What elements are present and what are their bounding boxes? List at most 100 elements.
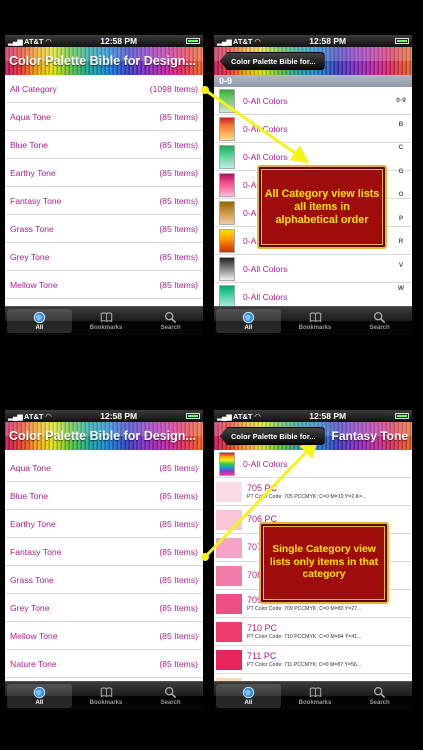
tab-bookmarks[interactable]: Bookmarks <box>74 307 139 335</box>
category-row-earthy-tone[interactable]: Earthy Tone (85 Items) <box>5 159 203 187</box>
globe-icon <box>33 686 46 699</box>
search-icon <box>165 311 177 324</box>
category-count: (85 Items) <box>159 546 198 557</box>
color-code: PT Color Code: 711 PCCMYK: C=0 M=87 Y=56… <box>247 662 362 668</box>
palette-thumbnail <box>219 200 235 225</box>
color-code: PT Color Code: 710 PCCMYK: C=0 M=84 Y=41… <box>247 634 362 640</box>
category-row-aqua-tone[interactable]: Aqua Tone (85 Items) <box>5 454 203 482</box>
index-letter[interactable]: C <box>392 136 410 160</box>
wifi-icon: ◠ <box>45 36 52 46</box>
category-count: (85 Items) <box>159 251 198 262</box>
category-count: (85 Items) <box>159 279 198 290</box>
globe-icon <box>242 686 255 699</box>
index-letter[interactable]: W <box>392 277 410 301</box>
category-count: (85 Items) <box>159 574 198 585</box>
category-count: (85 Items) <box>159 223 198 234</box>
color-name: 711 PC <box>247 651 277 661</box>
tab-all[interactable]: All <box>216 309 281 333</box>
category-count: (85 Items) <box>159 518 198 529</box>
index-letter[interactable]: R <box>392 230 410 254</box>
category-row-nature-tone[interactable]: Nature Tone (85 Items) <box>5 650 203 678</box>
category-row-all-category[interactable]: All Category (1098 Items) <box>5 75 203 103</box>
signal-icon: ▂▄▆ <box>8 413 23 421</box>
category-row-grass-tone[interactable]: Grass Tone (85 Items) <box>5 215 203 243</box>
color-name: 710 PC <box>247 623 278 633</box>
tab-bookmarks[interactable]: Bookmarks <box>74 682 139 710</box>
palette-thumbnail <box>219 451 235 476</box>
all-colors-row[interactable]: 0-All Colors <box>214 115 412 143</box>
category-row-fantasy-tone[interactable]: Fantasy Tone (85 Items) <box>5 187 203 215</box>
category-count: (85 Items) <box>159 490 198 501</box>
tab-all[interactable]: All <box>216 684 281 708</box>
tab-bookmarks[interactable]: Bookmarks <box>283 682 348 710</box>
callout-all-category: All Category view lists all items in alp… <box>257 165 387 249</box>
category-count: (85 Items) <box>159 602 198 613</box>
row-label: 0-All Colors <box>243 123 288 134</box>
category-count: (85 Items) <box>159 195 198 206</box>
color-item-row[interactable]: 705 PC PT Color Code: 705 PCCMYK: C=0 M=1… <box>214 478 412 506</box>
row-label: 0-All Colors <box>243 95 288 106</box>
category-row-mellow-tone[interactable]: Mellow Tone (85 Items) <box>5 622 203 650</box>
category-count: (1098 Items) <box>149 83 198 94</box>
category-row-grey-tone[interactable]: Grey Tone (85 Items) <box>5 243 203 271</box>
category-row-grey-tone[interactable]: Grey Tone (85 Items) <box>5 594 203 622</box>
color-item-text: 710 PC PT Color Code: 710 PCCMYK: C=0 M=8… <box>247 623 361 640</box>
globe-icon <box>33 311 46 324</box>
category-label: Grey Tone <box>10 602 50 613</box>
category-row-mellow-tone[interactable]: Mellow Tone (85 Items) <box>5 271 203 299</box>
row-label: 0-All Colors <box>243 263 288 274</box>
palette-thumbnail <box>219 116 235 141</box>
tab-search[interactable]: Search <box>138 307 203 335</box>
category-row-grass-tone[interactable]: Grass Tone (85 Items) <box>5 566 203 594</box>
tab-search[interactable]: Search <box>347 682 412 710</box>
back-button[interactable]: Color Palette Bible for... <box>220 427 325 445</box>
category-title: Fantasy Tone <box>331 429 408 443</box>
all-colors-row[interactable]: 0-All Colors <box>214 87 412 115</box>
color-swatch <box>216 481 242 502</box>
tab-bookmarks[interactable]: Bookmarks <box>283 307 348 335</box>
index-letter[interactable]: G <box>392 160 410 184</box>
tab-all[interactable]: All <box>7 309 72 333</box>
phone-screen-category-list-2: ▂▄▆ AT&T ◠ 12:58 PM Color Palette Bible … <box>5 410 203 710</box>
category-row-earthy-tone[interactable]: Earthy Tone (85 Items) <box>5 510 203 538</box>
tab-bar: All Bookmarks Search <box>214 306 412 335</box>
phone-screen-category-list: ▂▄▆ AT&T ◠ 12:58 PM Color Palette Bible … <box>5 35 203 335</box>
section-index[interactable]: 0-9BCGOPRVWY <box>392 89 410 324</box>
category-label: Earthy Tone <box>10 167 56 178</box>
category-label: Grass Tone <box>10 574 54 585</box>
book-icon <box>309 687 321 698</box>
app-title: Color Palette Bible for Design... <box>9 54 196 68</box>
index-letter[interactable]: 0-9 <box>392 89 410 113</box>
color-item-row[interactable]: 710 PC PT Color Code: 710 PCCMYK: C=0 M=8… <box>214 618 412 646</box>
color-item-row[interactable]: 711 PC PT Color Code: 711 PCCMYK: C=0 M=8… <box>214 646 412 674</box>
tab-all[interactable]: All <box>7 684 72 708</box>
color-swatch <box>216 565 242 586</box>
index-letter[interactable]: O <box>392 183 410 207</box>
index-letter[interactable]: P <box>392 207 410 231</box>
category-row-blue-tone[interactable]: Blue Tone (85 Items) <box>5 131 203 159</box>
all-colors-row[interactable]: 0-All Colors <box>214 255 412 283</box>
nav-bar: Color Palette Bible for Design... <box>5 422 203 450</box>
back-button[interactable]: Color Palette Bible for... <box>220 52 325 70</box>
index-letter[interactable]: B <box>392 113 410 137</box>
status-bar: ▂▄▆ AT&T ◠ 12:58 PM <box>5 410 203 422</box>
color-item-text: 711 PC PT Color Code: 711 PCCMYK: C=0 M=8… <box>247 651 361 668</box>
signal-icon: ▂▄▆ <box>217 38 232 46</box>
battery-icon <box>185 38 200 44</box>
category-row-aqua-tone[interactable]: Aqua Tone (85 Items) <box>5 103 203 131</box>
category-row-fantasy-tone[interactable]: Fantasy Tone (85 Items) <box>5 538 203 566</box>
color-swatch <box>216 649 242 670</box>
index-letter[interactable]: V <box>392 254 410 278</box>
tab-search[interactable]: Search <box>347 307 412 335</box>
section-header: 0-9 <box>214 75 412 87</box>
tab-bar: All Bookmarks Search <box>5 681 203 710</box>
tab-search[interactable]: Search <box>138 682 203 710</box>
category-row-blue-tone[interactable]: Blue Tone (85 Items) <box>5 482 203 510</box>
battery-icon <box>394 38 409 44</box>
all-colors-row[interactable]: 0-All Colors <box>214 450 412 478</box>
book-icon <box>100 687 112 698</box>
row-label: 0-All Colors <box>243 291 288 302</box>
wifi-icon: ◠ <box>45 411 52 421</box>
signal-icon: ▂▄▆ <box>217 413 232 421</box>
category-label: Aqua Tone <box>10 462 51 473</box>
